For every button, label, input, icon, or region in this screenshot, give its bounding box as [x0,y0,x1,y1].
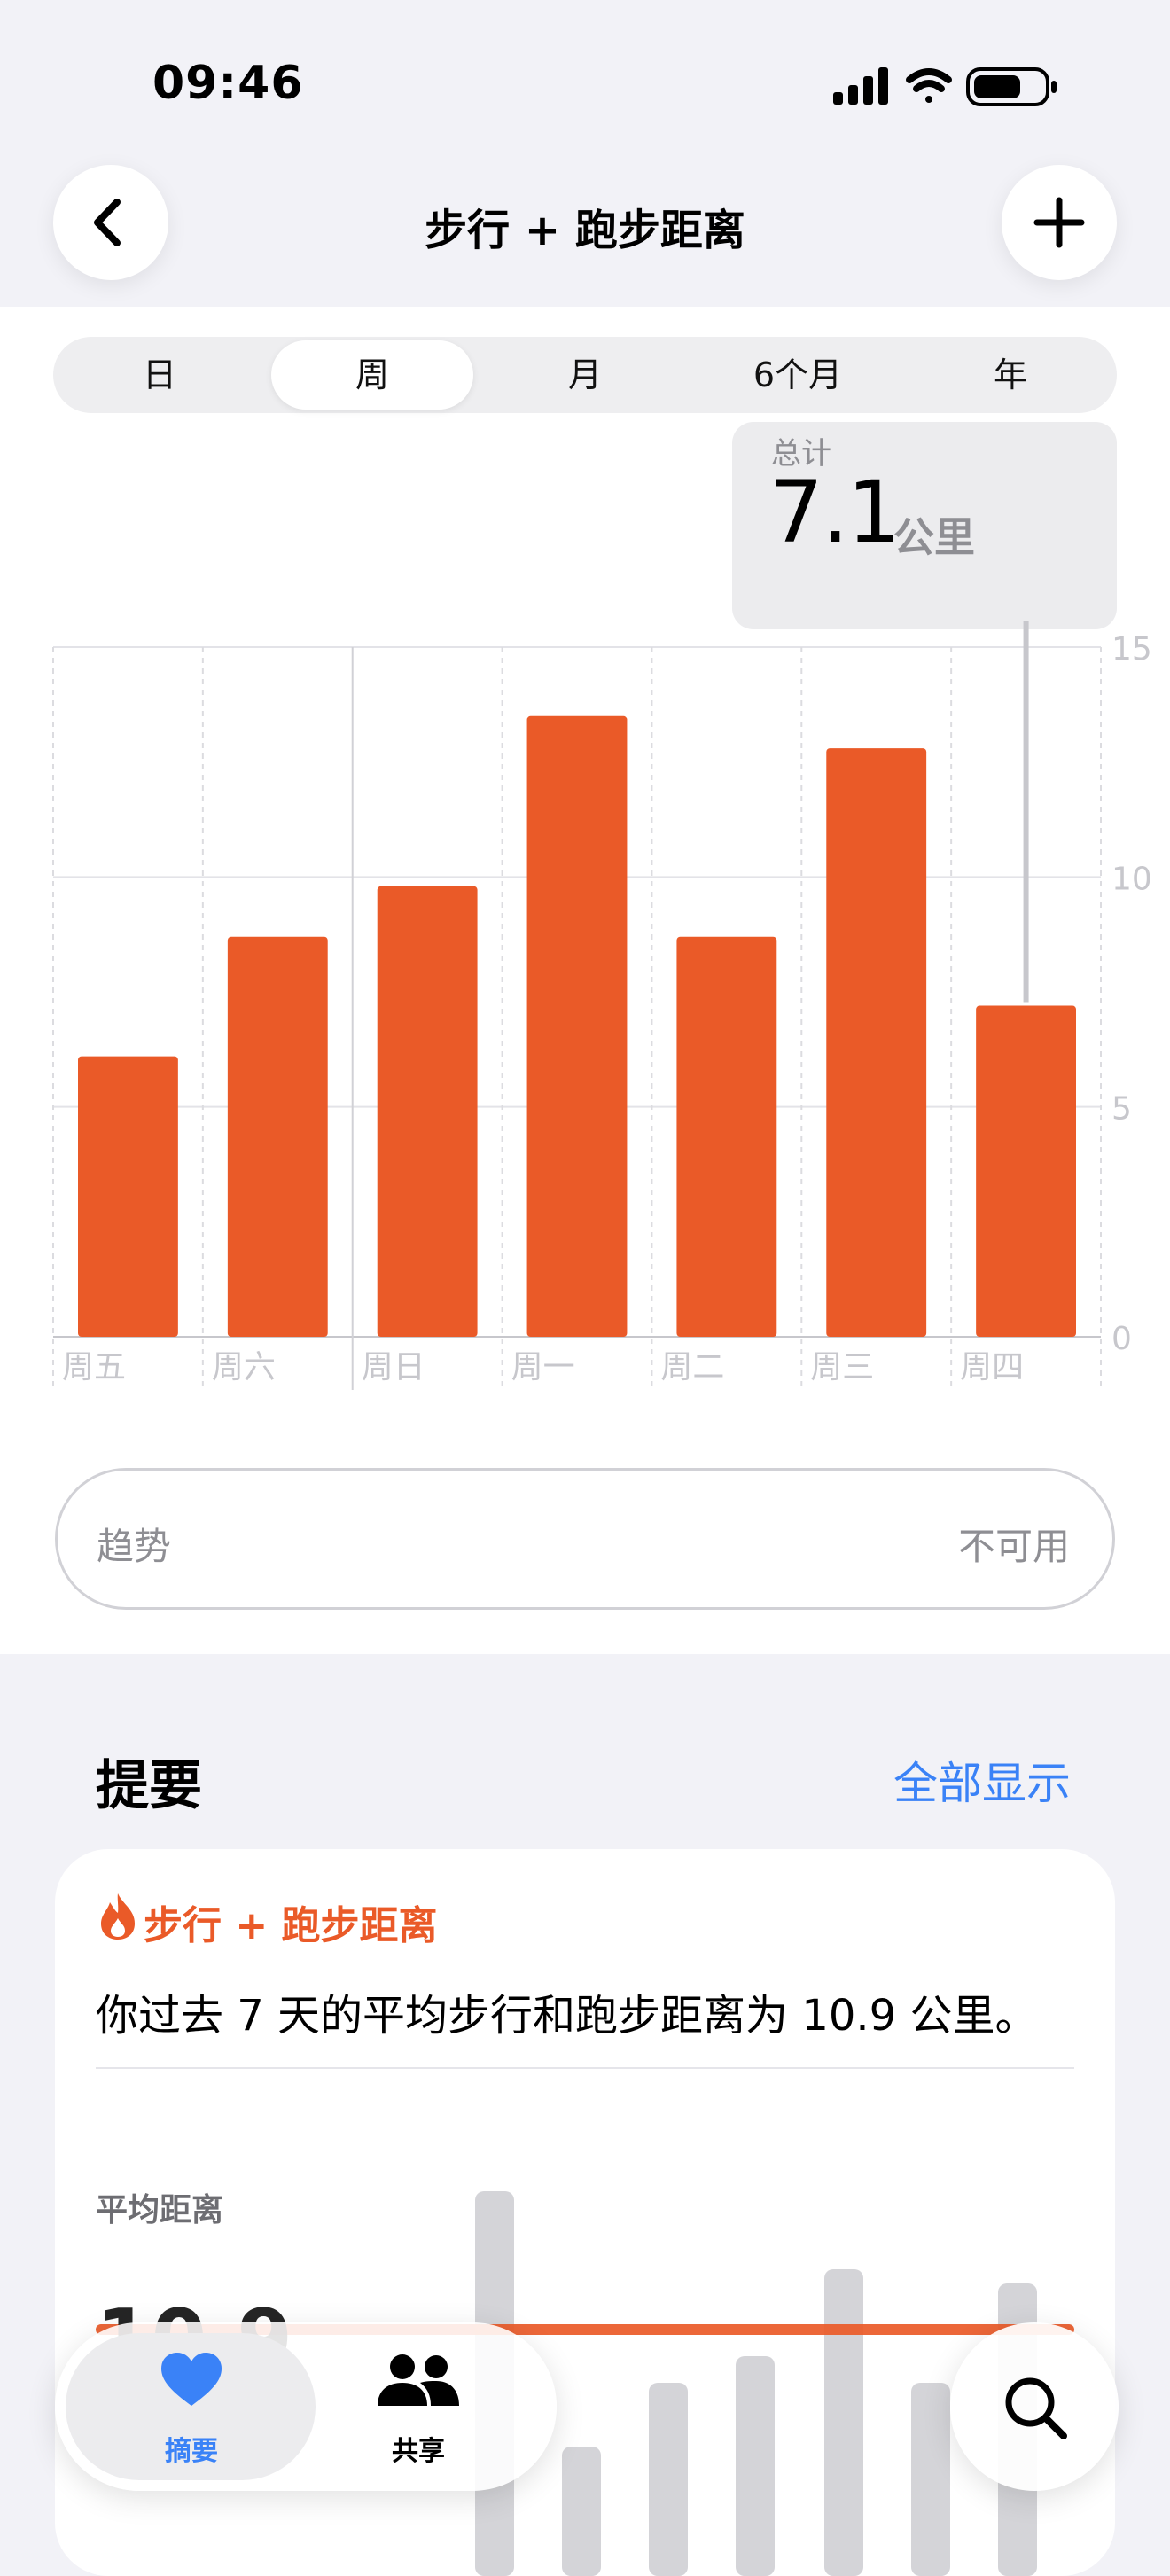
average-label: 平均距离 [96,2192,224,2229]
wifi-icon [906,68,952,103]
chart-bar [826,748,927,1337]
segment-day[interactable]: 日 [58,337,261,413]
page-title: 步行 + 跑步距离 [425,206,745,255]
tab-summary-label: 摘要 [165,2436,218,2467]
chart-bar [78,1056,178,1337]
x-tick-label: 周三 [810,1349,874,1386]
x-tick-label: 周日 [362,1349,425,1386]
trend-label: 趋势 [97,1525,172,1568]
flame-icon [101,1893,135,1940]
chart-bar [526,715,628,1337]
y-tick-label: 15 [1112,631,1152,667]
card-divider [96,2067,1074,2069]
tab-sharing[interactable]: 共享 [330,2429,507,2468]
y-tick-label: 10 [1112,861,1152,897]
x-tick-label: 周五 [62,1349,126,1386]
mini-bar [824,2269,863,2576]
card-summary-text: 你过去 7 天的平均步行和跑步距离为 10.9 公里。 [96,1991,1038,2041]
plus-icon [1034,197,1085,248]
segment-month[interactable]: 月 [484,337,686,413]
show-all-link[interactable]: 全部显示 [893,1748,1071,1812]
chart-bar [676,936,777,1337]
mini-bar [562,2447,601,2576]
tab-bar: 摘要 共享 [55,2322,557,2491]
y-tick-label: 0 [1112,1321,1132,1357]
add-button[interactable] [1002,165,1117,280]
status-icons [833,67,1057,106]
total-value: 7.1 [769,463,901,562]
segment-6-months[interactable]: 6个月 [697,337,899,413]
x-tick-label: 周四 [960,1349,1024,1386]
summary-title: 提要 [96,1755,202,1817]
people-icon [378,2354,459,2406]
heart-icon [161,2353,222,2406]
status-time: 09:46 [152,57,304,110]
total-bubble: 总计 7.1 公里 [732,422,1117,629]
x-tick-label: 周六 [212,1349,276,1386]
segment-year[interactable]: 年 [909,337,1112,413]
segment-week[interactable]: 周 [271,340,473,410]
chart-bar [377,886,478,1337]
chart-bar [976,1005,1076,1337]
mini-bar [649,2383,688,2576]
trend-row[interactable]: 趋势 不可用 [55,1468,1115,1610]
mini-bar [911,2383,950,2576]
x-tick-label: 周一 [511,1349,575,1386]
search-button[interactable] [950,2322,1119,2491]
mini-bar [736,2356,775,2576]
chart-bar [227,936,328,1337]
cellular-signal-icon [833,67,888,105]
card-header: 步行 + 跑步距离 [144,1903,438,1948]
x-tick-label: 周二 [660,1349,724,1386]
period-segmented-control: 日 周 月 6个月 年 [53,337,1117,413]
tab-summary[interactable]: 摘要 [66,2333,316,2480]
battery-icon [966,67,1057,106]
trend-value: 不可用 [957,1525,1070,1568]
search-icon [1005,2377,1067,2439]
distance-bar-chart[interactable]: 0 5 10 15 周五 周六 周日 周一 周二 周三 周四 [0,621,1170,1401]
y-tick-label: 5 [1112,1091,1132,1128]
total-unit: 公里 [893,513,975,561]
